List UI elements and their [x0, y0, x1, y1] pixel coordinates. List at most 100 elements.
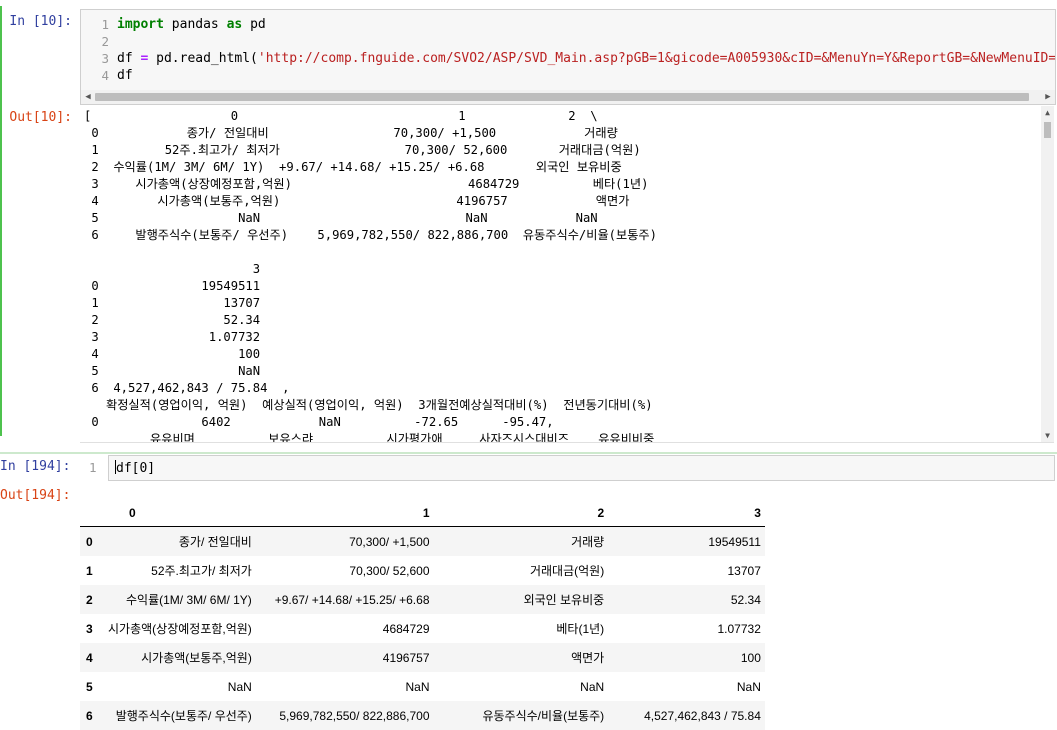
alias: pd: [242, 17, 266, 32]
line-numbers: 1 2 3 4: [81, 16, 109, 84]
table-cell: 외국인 보유비중: [523, 593, 605, 607]
table-cell: 시가총액(상장예정포함,억원): [108, 622, 252, 636]
code-editor[interactable]: 1 2 3 4 import pandas as pd df = pd.read…: [80, 9, 1056, 105]
code-text[interactable]: import pandas as pd df = pd.read_html('h…: [117, 16, 1056, 84]
input-prompt: In [194]:: [0, 459, 71, 474]
table-cell: 거래대금(억원): [529, 564, 605, 578]
output-line: 5 NaN NaN NaN: [84, 211, 598, 225]
output-line: 2 52.34: [84, 313, 261, 327]
table-cell: 4684729: [382, 621, 430, 636]
output-line: 0 19549511: [84, 279, 261, 293]
output-line: 5 NaN: [84, 364, 261, 378]
output-prompt: Out[10]:: [9, 110, 72, 125]
row-index: 1: [86, 563, 93, 578]
code-cell-10[interactable]: In [10]: 1 2 3 4 import pandas as pd df …: [0, 6, 1057, 443]
keyword: as: [226, 17, 243, 32]
column-header: 1: [255, 500, 434, 527]
output-text: [ 0 1 2 \ 0 종가/ 전일대비 70,300/ +1,500 거래량 …: [84, 108, 657, 443]
row-index: 4: [86, 650, 93, 665]
table-cell: 거래량: [571, 535, 605, 549]
vertical-scrollbar[interactable]: ▲ ▼: [1041, 106, 1054, 442]
line-number: 2: [101, 34, 109, 49]
code-editor[interactable]: 1 df[0]: [89, 455, 1055, 481]
table-cell: 베타(1년): [556, 622, 605, 636]
row-index: 5: [86, 679, 93, 694]
code-line: df[0]: [116, 461, 156, 476]
line-number: 3: [101, 51, 109, 66]
output-area[interactable]: [ 0 1 2 \ 0 종가/ 전일대비 70,300/ +1,500 거래량 …: [80, 106, 1054, 443]
table-cell: 13707: [727, 563, 761, 578]
line-number: 4: [101, 68, 109, 83]
output-line: 3 시가총액(상장예정포함,억원) 4684729 베타(1년): [84, 177, 649, 191]
table-cell: 시가총액(보통주,억원): [141, 651, 252, 665]
table-cell: 70,300/ 52,600: [349, 563, 430, 578]
table-row: 3 시가총액(상장예정포함,억원) 4684729 베타(1년) 1.07732: [80, 614, 765, 643]
output-line: 3 1.07732: [84, 330, 261, 344]
output-line: ​: [84, 244, 657, 261]
row-index: 3: [86, 621, 93, 636]
module-name: pandas: [163, 17, 227, 32]
table-cell: NaN: [580, 679, 605, 694]
url-string: 'http://comp.fnguide.com/SVO2/ASP/SVD_Ma…: [257, 51, 1056, 66]
scroll-right-icon[interactable]: ▶: [1041, 90, 1055, 104]
scroll-left-icon[interactable]: ◀: [81, 90, 95, 104]
output-line: 3: [84, 262, 261, 276]
output-line: 6 4,527,462,843 / 75.84 ,: [84, 381, 290, 395]
output-line: 2 수익률(1M/ 3M/ 6M/ 1Y) +9.67/ +14.68/ +15…: [84, 160, 622, 174]
table-cell: 52.34: [730, 592, 761, 607]
output-line: [ 0 1 2 \: [84, 109, 598, 123]
table-row: 5 NaN NaN NaN NaN: [80, 672, 765, 701]
table-cell: 5,969,782,550/ 822,886,700: [279, 708, 430, 723]
column-header: 2: [433, 500, 609, 527]
row-index: 2: [86, 592, 93, 607]
line-number: 1: [101, 17, 109, 32]
output-line: 확정실적(영업이익, 억원) 예상실적(영업이익, 억원) 3개월전예상실적대비…: [84, 398, 653, 412]
table-row: 0 종가/ 전일대비 70,300/ +1,500 거래량 19549511: [80, 526, 765, 556]
table-cell: 수익률(1M/ 3M/ 6M/ 1Y): [126, 593, 252, 607]
table-row: 6 발행주식수(보통주/ 우선주) 5,969,782,550/ 822,886,7…: [80, 701, 765, 730]
index-header: [80, 500, 104, 527]
table-cell: 4196757: [382, 650, 430, 665]
function-call: pd.read_html(: [148, 51, 258, 66]
output-line: 4 시가총액(보통주,억원) 4196757 액면가: [84, 194, 630, 208]
column-header: 3: [608, 500, 765, 527]
scroll-up-icon[interactable]: ▲: [1041, 108, 1054, 117]
header-row: 0 1 2 3: [80, 500, 765, 527]
table-cell: 52주.최고가/ 최저가: [151, 564, 252, 578]
output-line: 1 13707: [84, 296, 261, 310]
table-cell: 19549511: [708, 534, 761, 549]
row-index: 6: [86, 708, 93, 723]
table-cell: 4,527,462,843 / 75.84: [644, 708, 761, 723]
table-cell: 액면가: [571, 651, 605, 665]
table-cell: 유동주식수/비율(보통주): [482, 709, 605, 723]
output-line: 4 100: [84, 347, 261, 361]
row-index: 0: [86, 534, 93, 549]
input-prompt: In [10]:: [9, 14, 72, 29]
variable: df: [117, 51, 141, 66]
table-cell: 종가/ 전일대비: [178, 535, 252, 549]
scrollbar-thumb[interactable]: [95, 93, 1029, 101]
table-row: 4 시가총액(보통주,억원) 4196757 액면가 100: [80, 643, 765, 672]
table-cell: 100: [740, 650, 761, 665]
scroll-down-icon[interactable]: ▼: [1041, 431, 1054, 440]
table-cell: NaN: [736, 679, 761, 694]
line-number: 1: [89, 460, 97, 475]
output-line: 유유비며 보유스랴 시가평가애 사자즈시스대비즈 유유비비중: [84, 432, 655, 443]
output-line: 0 종가/ 전일대비 70,300/ +1,500 거래량: [84, 126, 618, 140]
output-prompt: Out[194]:: [0, 488, 71, 503]
code-line: df: [117, 68, 133, 83]
table-cell: +9.67/ +14.68/ +15.25/ +6.68: [274, 592, 430, 607]
horizontal-scrollbar[interactable]: ◀ ▶: [81, 90, 1055, 104]
table-cell: NaN: [227, 679, 252, 694]
table-cell: 1.07732: [717, 621, 761, 636]
scrollbar-thumb[interactable]: [1044, 122, 1051, 138]
output-line: 0 6402 NaN -72.65 -95.47,: [84, 415, 554, 429]
table-cell: NaN: [405, 679, 430, 694]
table-row: 1 52주.최고가/ 최저가 70,300/ 52,600 거래대금(억원) 13707: [80, 556, 765, 585]
column-header: 0: [104, 500, 256, 527]
keyword: import: [117, 17, 164, 32]
code-text[interactable]: df[0]: [115, 460, 155, 476]
dataframe-table: 0 1 2 3 0 종가/ 전일대비 70,300/ +1,500 거래량 195495…: [80, 500, 765, 730]
output-line: 1 52주.최고가/ 최저가 70,300/ 52,600 거래대금(억원): [84, 143, 641, 157]
table-cell: 발행주식수(보통주/ 우선주): [115, 709, 252, 723]
